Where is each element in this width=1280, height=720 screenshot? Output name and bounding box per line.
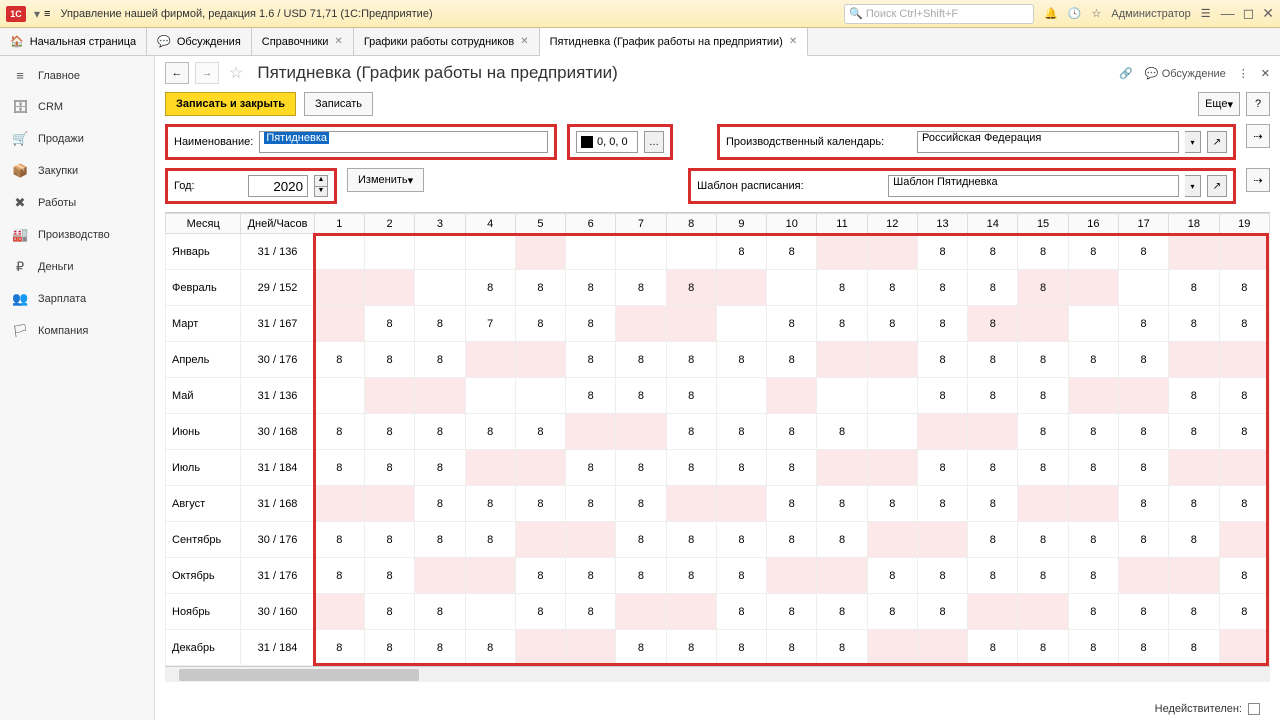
calendar-action-button[interactable]: ⇢ (1246, 124, 1270, 148)
invalid-checkbox[interactable] (1248, 703, 1260, 715)
calendar-dropdown[interactable]: ▾ (1185, 131, 1201, 153)
name-input[interactable]: Пятидневка (259, 131, 548, 153)
sidebar-icon: ✖ (12, 195, 28, 211)
sidebar-item[interactable]: 👥Зарплата (0, 283, 154, 315)
sidebar-icon: ≡ (12, 68, 28, 83)
help-button[interactable]: ? (1246, 92, 1270, 116)
dropdown-icon[interactable]: ▾ (34, 7, 40, 21)
sidebar: ≡Главное🗄CRM🛒Продажи📦Закупки✖Работы🏭Прои… (0, 56, 155, 720)
sidebar-item[interactable]: ≡Главное (0, 60, 154, 91)
settings-icon[interactable]: ☰ (1201, 7, 1211, 20)
kebab-icon[interactable]: ⋮ (1238, 67, 1249, 80)
document-header: ← → ☆ Пятидневка (График работы на предп… (155, 56, 1280, 90)
table-row[interactable]: Июль31 / 1848888888888888 (166, 450, 1270, 486)
tab-close-icon[interactable]: ✕ (520, 36, 528, 47)
calendar-input[interactable]: Российская Федерация (917, 131, 1179, 153)
favorite-icon[interactable]: ☆ (229, 63, 243, 83)
status-bar: Недействителен: (1155, 698, 1260, 720)
sidebar-icon: 🏳 (12, 323, 28, 339)
search-icon: 🔍 (849, 7, 863, 20)
page-title: Пятидневка (График работы на предприятии… (257, 63, 617, 83)
sidebar-icon: 🏭 (12, 227, 28, 243)
sidebar-item[interactable]: 🏭Производство (0, 219, 154, 251)
link-icon[interactable]: 🔗 (1119, 67, 1133, 80)
sidebar-icon: 👥 (12, 291, 28, 307)
sidebar-icon: 🛒 (12, 131, 28, 147)
discussion-button[interactable]: 💬 Обсуждение (1145, 67, 1226, 80)
sidebar-item[interactable]: 📦Закупки (0, 155, 154, 187)
user-label[interactable]: Администратор (1111, 8, 1190, 20)
more-button[interactable]: Еще ▾ (1198, 92, 1240, 116)
template-dropdown[interactable]: ▾ (1185, 175, 1201, 197)
save-button[interactable]: Записать (304, 92, 373, 116)
year-spinner[interactable]: ▲▼ (314, 175, 328, 197)
clock-icon[interactable]: 🕓 (1068, 7, 1082, 20)
back-button[interactable]: ← (165, 62, 189, 84)
table-row[interactable]: Май31 / 13688888888 (166, 378, 1270, 414)
table-row[interactable]: Октябрь31 / 1768888888888888 (166, 558, 1270, 594)
toolbar: Записать и закрыть Записать Еще ▾ ? (155, 90, 1280, 122)
schedule-grid-wrap: МесяцДней/Часов1234567891011121314151617… (165, 212, 1270, 720)
schedule-grid[interactable]: МесяцДней/Часов1234567891011121314151617… (165, 213, 1270, 666)
save-close-button[interactable]: Записать и закрыть (165, 92, 296, 116)
tab-bar: 🏠Начальная страница💬ОбсужденияСправочник… (0, 28, 1280, 56)
table-row[interactable]: Сентябрь30 / 17688888888888888 (166, 522, 1270, 558)
name-label: Наименование: (174, 136, 253, 148)
color-frame: 0, 0, 0 … (567, 124, 673, 160)
year-label: Год: (174, 180, 195, 192)
horizontal-scrollbar[interactable] (165, 666, 1270, 682)
sidebar-icon: ₽ (12, 259, 28, 275)
tab-close-icon[interactable]: ✕ (334, 36, 342, 47)
vendor-logo: 1C (6, 6, 26, 22)
titlebar: 1C ▾ ≡ Управление нашей фирмой, редакция… (0, 0, 1280, 28)
table-row[interactable]: Январь31 / 1368888888 (166, 234, 1270, 270)
table-row[interactable]: Июнь30 / 16888888888888888 (166, 414, 1270, 450)
tab[interactable]: Графики работы сотрудников✕ (354, 28, 540, 55)
template-label: Шаблон расписания: (697, 180, 882, 192)
change-button[interactable]: Изменить ▾ (347, 168, 424, 192)
template-input[interactable]: Шаблон Пятидневка (888, 175, 1179, 197)
table-row[interactable]: Февраль29 / 152888888888888 (166, 270, 1270, 306)
global-search[interactable]: 🔍 Поиск Ctrl+Shift+F (844, 4, 1034, 24)
year-frame: Год: ▲▼ (165, 168, 337, 204)
sidebar-item[interactable]: 🛒Продажи (0, 123, 154, 155)
sidebar-icon: 📦 (12, 163, 28, 179)
tab[interactable]: 💬Обсуждения (147, 28, 252, 55)
tab-close-icon[interactable]: ✕ (789, 36, 797, 47)
color-input[interactable]: 0, 0, 0 (576, 131, 638, 153)
bell-icon[interactable]: 🔔 (1044, 7, 1058, 20)
minimize-button[interactable]: — (1221, 5, 1235, 22)
forward-button[interactable]: → (195, 62, 219, 84)
tab[interactable]: Пятидневка (График работы на предприятии… (540, 28, 809, 56)
table-row[interactable]: Декабрь31 / 18488888888888888 (166, 630, 1270, 666)
template-open-button[interactable]: ↗ (1207, 175, 1227, 197)
close-doc-button[interactable]: ✕ (1261, 67, 1270, 80)
template-frame: Шаблон расписания: Шаблон Пятидневка ▾ ↗ (688, 168, 1236, 204)
close-button[interactable]: ✕ (1262, 5, 1274, 22)
table-row[interactable]: Август31 / 1688888888888888 (166, 486, 1270, 522)
window-title: Управление нашей фирмой, редакция 1.6 / … (60, 8, 432, 20)
sidebar-item[interactable]: ✖Работы (0, 187, 154, 219)
maximize-button[interactable]: ◻ (1243, 5, 1255, 22)
menu-icon[interactable]: ≡ (44, 8, 50, 20)
tab-icon: 💬 (157, 35, 171, 48)
star-icon[interactable]: ☆ (1092, 7, 1102, 20)
sidebar-item[interactable]: ₽Деньги (0, 251, 154, 283)
template-action-button[interactable]: ⇢ (1246, 168, 1270, 192)
sidebar-icon: 🗄 (12, 99, 28, 115)
year-input[interactable] (248, 175, 308, 197)
table-row[interactable]: Ноябрь30 / 1608888888888888 (166, 594, 1270, 630)
tab[interactable]: Справочники✕ (252, 28, 354, 55)
sidebar-item[interactable]: 🏳Компания (0, 315, 154, 347)
table-row[interactable]: Март31 / 1678878888888888 (166, 306, 1270, 342)
color-picker-button[interactable]: … (644, 131, 664, 153)
tab-icon: 🏠 (10, 35, 24, 48)
tab[interactable]: 🏠Начальная страница (0, 28, 147, 55)
calendar-frame: Производственный календарь: Российская Ф… (717, 124, 1236, 160)
calendar-open-button[interactable]: ↗ (1207, 131, 1227, 153)
name-frame: Наименование: Пятидневка (165, 124, 557, 160)
sidebar-item[interactable]: 🗄CRM (0, 91, 154, 123)
table-row[interactable]: Апрель30 / 1768888888888888 (166, 342, 1270, 378)
calendar-label: Производственный календарь: (726, 136, 911, 148)
